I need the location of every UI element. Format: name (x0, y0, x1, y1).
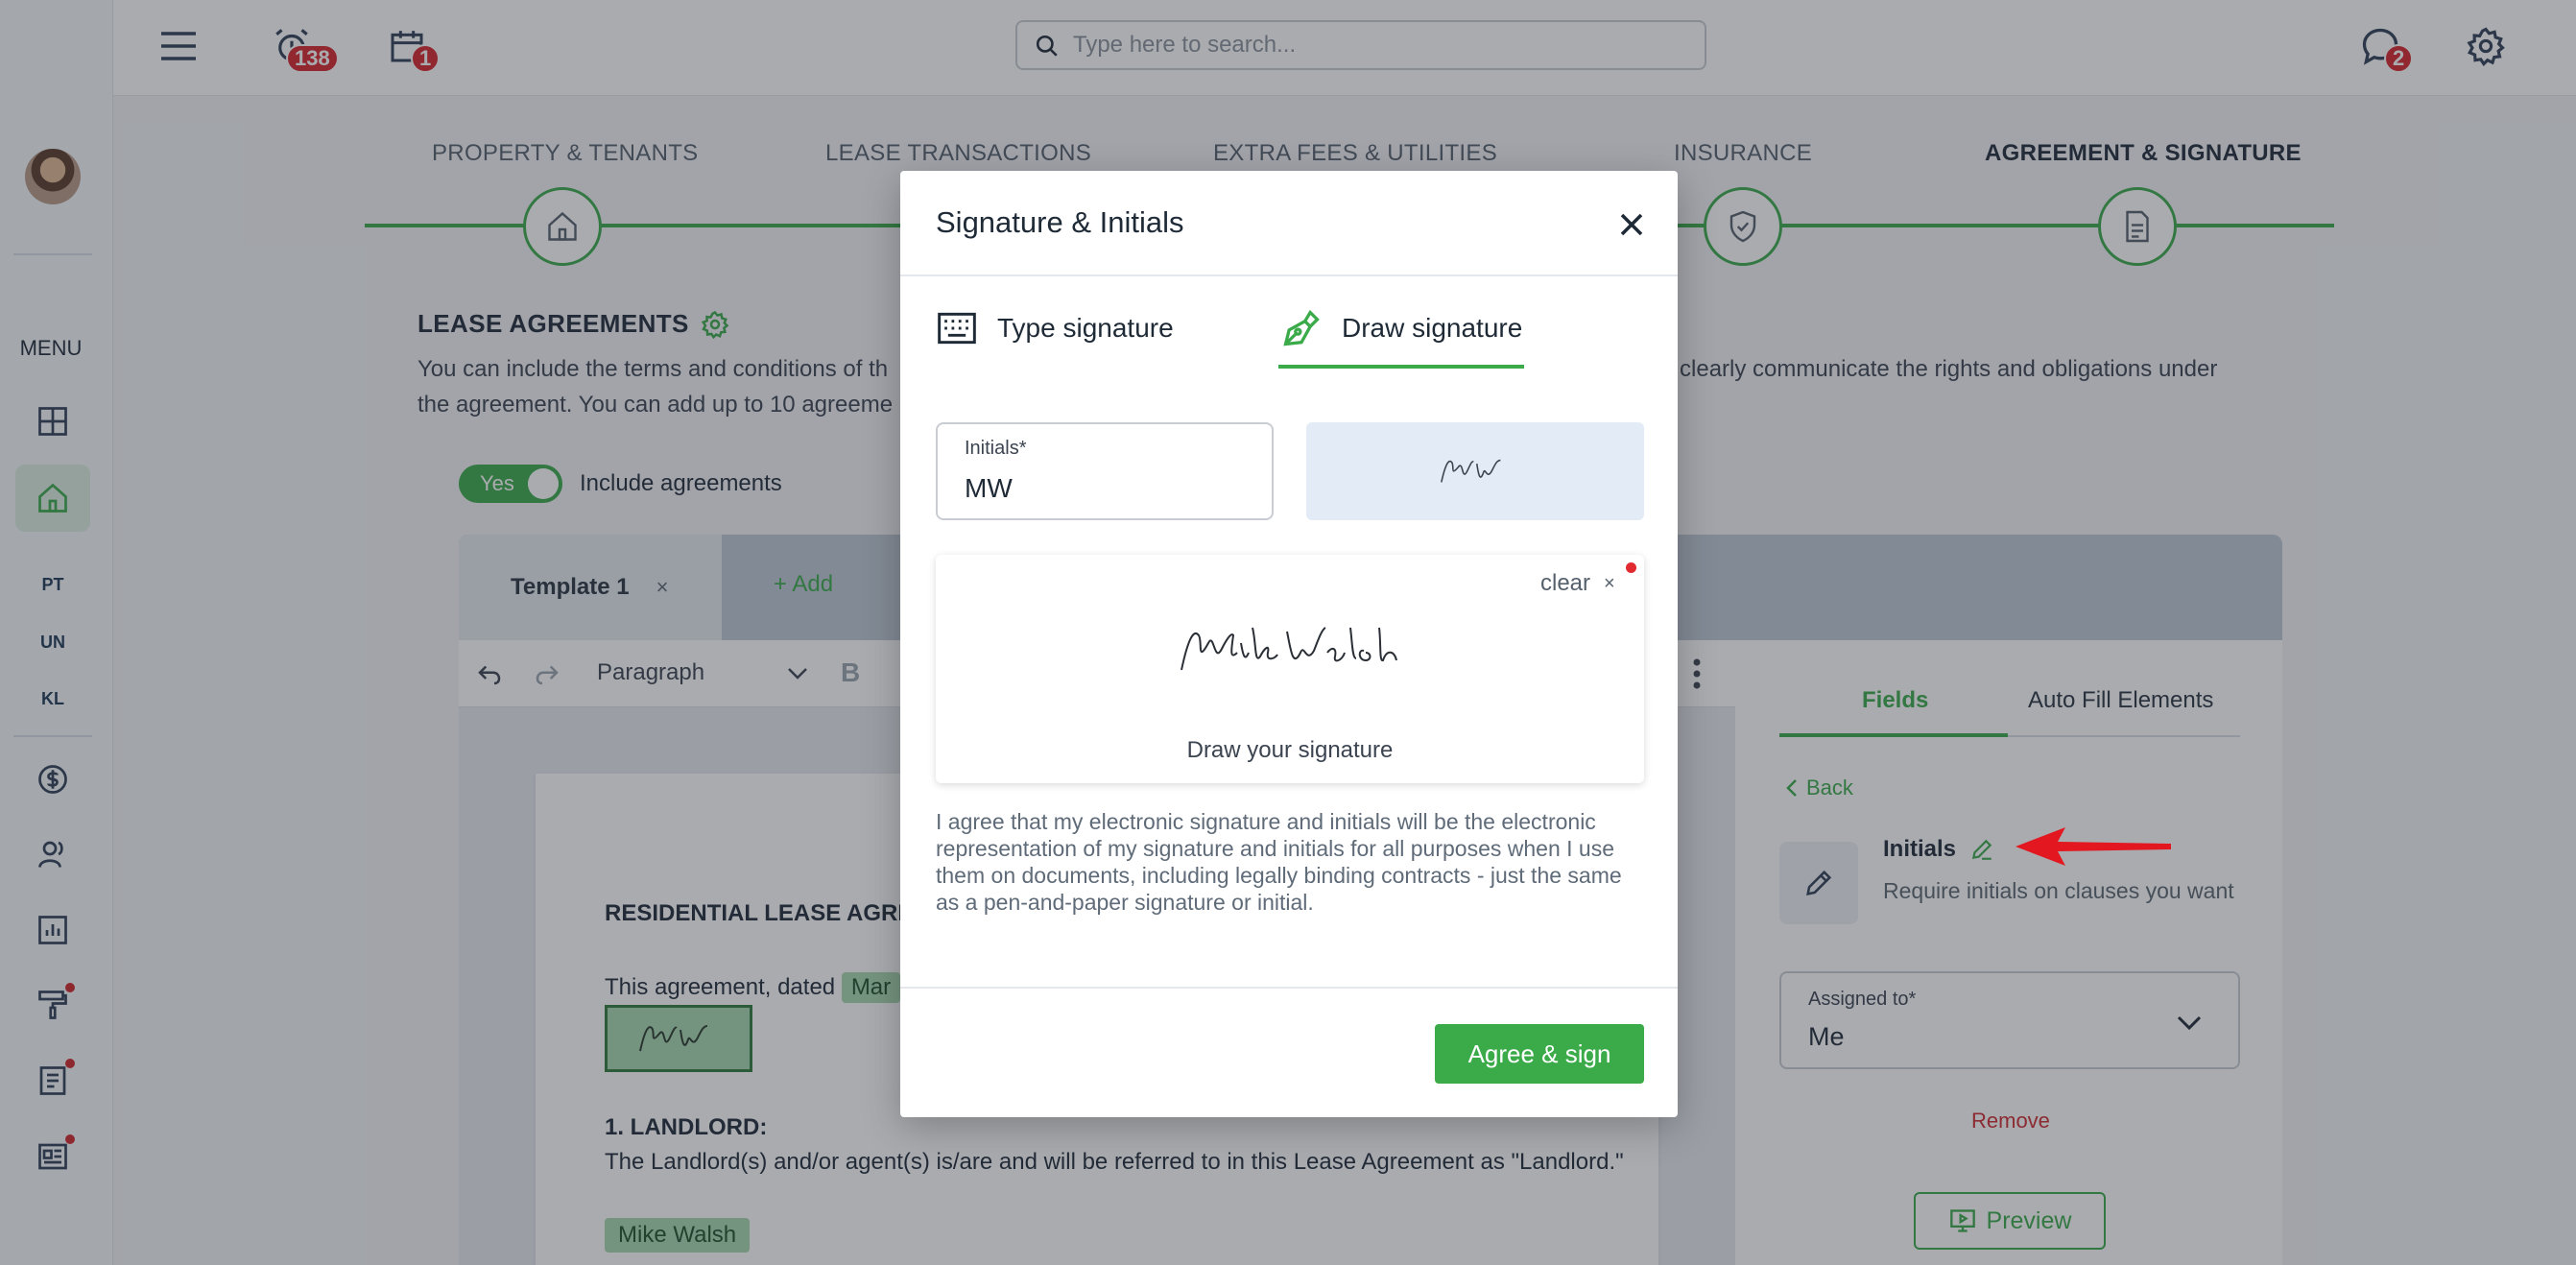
initials-field[interactable]: Initials* (936, 422, 1274, 520)
consent-text: I agree that my electronic signature and… (936, 809, 1622, 915)
initials-signature-mark (1441, 459, 1501, 483)
draw-hint: Draw your signature (1186, 737, 1394, 763)
tab-draw-signature[interactable]: Draw signature (1280, 307, 1522, 349)
annotation-arrow-icon (2015, 827, 2171, 866)
clear-x-icon: × (1604, 572, 1615, 594)
modal-header-divider (900, 274, 1678, 276)
tab-draw-label: Draw signature (1342, 313, 1523, 343)
status-dot (1626, 562, 1636, 573)
active-tab-indicator (1278, 365, 1524, 369)
drawn-signature (1181, 627, 1397, 671)
close-button[interactable] (1610, 203, 1653, 246)
initials-preview (1306, 422, 1644, 520)
tab-type-signature[interactable]: Type signature (936, 307, 1174, 349)
clear-label: clear (1540, 570, 1591, 596)
initials-input[interactable] (965, 473, 1233, 504)
pen-tool-icon (1283, 309, 1320, 346)
close-icon (1620, 213, 1643, 236)
signature-modal: Signature & Initials Type signature Draw… (900, 171, 1678, 1117)
keyboard-icon (938, 312, 976, 345)
modal-title: Signature & Initials (936, 205, 1184, 239)
signature-draw-canvas[interactable]: clear × Draw your signature (936, 555, 1644, 783)
initials-label: Initials* (965, 438, 1027, 459)
tab-type-label: Type signature (997, 313, 1174, 343)
agree-and-sign-button[interactable]: Agree & sign (1435, 1024, 1644, 1084)
clear-button[interactable]: clear × (1540, 570, 1615, 597)
modal-footer-divider (900, 987, 1678, 989)
